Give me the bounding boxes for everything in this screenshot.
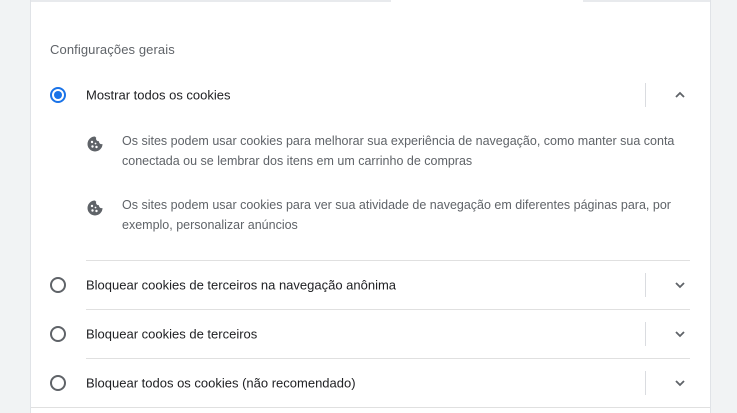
- chevron-down-icon[interactable]: [674, 279, 686, 291]
- tab-underline: [583, 0, 710, 2]
- option-detail: Os sites podem usar cookies para melhora…: [86, 131, 690, 173]
- tab-underline: [31, 0, 391, 2]
- detail-text: Os sites podem usar cookies para melhora…: [122, 134, 675, 168]
- separator: [645, 83, 646, 107]
- chevron-down-icon[interactable]: [674, 377, 686, 389]
- option-show-all-cookies[interactable]: Mostrar todos os cookies: [31, 71, 710, 119]
- radio-button[interactable]: [50, 277, 66, 293]
- option-label: Bloquear cookies de terceiros: [86, 326, 258, 342]
- radio-button[interactable]: [50, 326, 66, 342]
- separator: [645, 273, 646, 297]
- chevron-up-icon[interactable]: [674, 89, 686, 101]
- option-block-third-party[interactable]: Bloquear cookies de terceiros: [31, 310, 710, 358]
- detail-text: Os sites podem usar cookies para ver sua…: [122, 198, 671, 232]
- cookie-icon: [87, 136, 103, 152]
- chevron-down-icon[interactable]: [674, 328, 686, 340]
- option-block-third-party-incognito[interactable]: Bloquear cookies de terceiros na navegaç…: [31, 261, 710, 309]
- option-block-all-cookies[interactable]: Bloquear todos os cookies (não recomenda…: [31, 359, 710, 407]
- radio-button[interactable]: [50, 87, 66, 103]
- option-label: Bloquear cookies de terceiros na navegaç…: [86, 277, 397, 293]
- separator: [645, 371, 646, 395]
- section-title: Configurações gerais: [50, 42, 175, 57]
- option-label: Bloquear todos os cookies (não recomenda…: [86, 375, 356, 391]
- cookie-icon: [87, 200, 103, 216]
- separator: [645, 322, 646, 346]
- cookie-settings-card: Configurações gerais Mostrar todos os co…: [31, 0, 710, 413]
- radio-button[interactable]: [50, 375, 66, 391]
- option-detail: Os sites podem usar cookies para ver sua…: [86, 195, 690, 237]
- divider: [31, 407, 710, 408]
- option-label: Mostrar todos os cookies: [86, 87, 231, 103]
